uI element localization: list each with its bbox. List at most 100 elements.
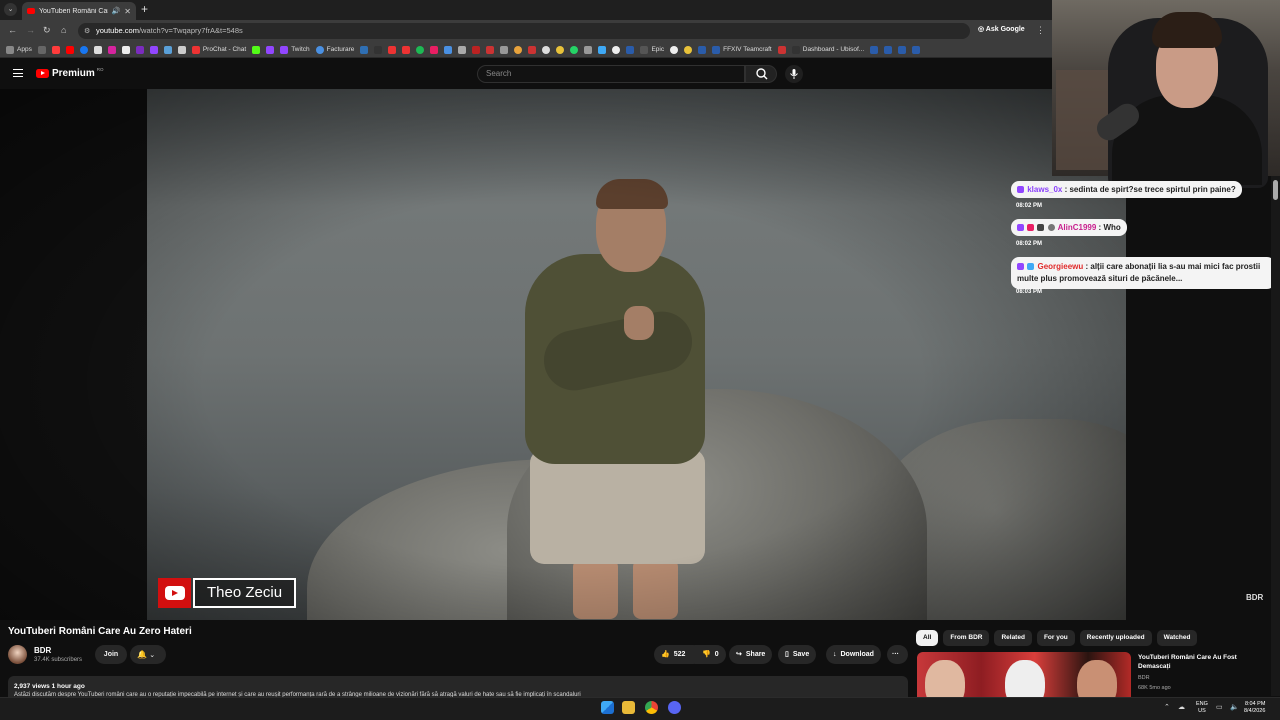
bookmark-icon[interactable] <box>898 45 907 54</box>
bookmark-icon[interactable] <box>374 45 383 54</box>
bookmark-icon[interactable] <box>612 45 621 54</box>
volume-icon[interactable]: 🔈 <box>1230 703 1239 711</box>
bookmark-icon[interactable] <box>51 45 60 54</box>
chip-recently-uploaded[interactable]: Recently uploaded <box>1079 630 1152 646</box>
bookmark-prochat[interactable]: ProChat - Chat <box>191 45 246 54</box>
bookmark-icon[interactable] <box>626 45 635 54</box>
system-clock[interactable]: 8:04 PM 8/4/2026 <box>1244 701 1265 715</box>
menu-icon[interactable] <box>13 69 23 77</box>
cloud-icon[interactable]: ☁ <box>1178 703 1185 711</box>
bookmark-icon[interactable] <box>360 45 369 54</box>
address-bar[interactable]: youtube.com/watch?v=Twqapry7frA&t=548s <box>78 23 970 39</box>
bookmark-icon[interactable] <box>177 45 186 54</box>
search-input[interactable]: Search <box>477 65 745 83</box>
bookmark-youtube-icon[interactable] <box>65 45 74 54</box>
chip-related[interactable]: Related <box>994 630 1032 646</box>
bookmark-icon[interactable] <box>266 45 275 54</box>
bookmark-icon[interactable] <box>472 45 481 54</box>
channel-watermark[interactable]: BDR <box>1246 593 1263 602</box>
chrome-icon[interactable] <box>645 701 658 714</box>
audio-playing-icon[interactable]: 🔊 <box>112 7 121 15</box>
bookmark-icon[interactable] <box>37 45 46 54</box>
video-player[interactable] <box>0 89 1126 620</box>
language-indicator[interactable]: ENG US <box>1196 701 1208 715</box>
bookmark-icon[interactable] <box>402 45 411 54</box>
close-tab-icon[interactable]: ✕ <box>124 7 131 16</box>
ask-google-button[interactable]: ◎ Ask Google <box>978 25 1025 33</box>
bookmark-icon[interactable] <box>584 45 593 54</box>
bookmark-icon[interactable] <box>870 45 879 54</box>
bookmark-icon[interactable] <box>912 45 921 54</box>
bookmark-icon[interactable] <box>416 45 425 54</box>
site-info-icon[interactable]: ⚙ <box>84 27 90 35</box>
browser-tab-active[interactable]: YouTuberi Români Care Au Zero Hateri 🔊 ✕ <box>22 2 136 20</box>
bookmark-icon[interactable] <box>542 45 551 54</box>
bookmark-icon[interactable] <box>556 45 565 54</box>
back-icon[interactable]: ← <box>8 25 17 35</box>
file-explorer-icon[interactable] <box>622 701 635 714</box>
channel-avatar[interactable] <box>8 645 27 664</box>
home-icon[interactable]: ⌂ <box>61 25 66 35</box>
youtube-premium-logo[interactable]: Premium RO <box>36 67 104 79</box>
bookmark-ffxiv[interactable]: FFXIV Teamcraft <box>712 45 772 54</box>
bookmark-icon[interactable] <box>430 45 439 54</box>
bookmark-facebook-icon[interactable] <box>79 45 88 54</box>
clock-date: 8/4/2026 <box>1244 708 1266 714</box>
bookmark-icon[interactable] <box>514 45 523 54</box>
bookmark-icon[interactable] <box>458 45 467 54</box>
discord-icon[interactable] <box>668 701 681 714</box>
chip-from-bdr[interactable]: From BDR <box>943 630 990 646</box>
bookmark-icon[interactable] <box>121 45 130 54</box>
bookmark-icon[interactable] <box>163 45 172 54</box>
reload-icon[interactable]: ↻ <box>43 25 51 36</box>
bookmark-icon[interactable] <box>388 45 397 54</box>
bookmark-icon[interactable] <box>528 45 537 54</box>
new-tab-button[interactable]: + <box>141 2 148 16</box>
bookmark-icon[interactable] <box>698 45 707 54</box>
bookmark-icon[interactable] <box>486 45 495 54</box>
bookmark-icon[interactable] <box>135 45 144 54</box>
bookmark-icon[interactable] <box>777 45 786 54</box>
page-scrollbar[interactable] <box>1271 176 1280 696</box>
search-button[interactable] <box>745 65 777 83</box>
bookmark-icon[interactable] <box>884 45 893 54</box>
bookmark-icon[interactable] <box>598 45 607 54</box>
bookmark-icon[interactable] <box>149 45 158 54</box>
bookmark-icon[interactable] <box>500 45 509 54</box>
chat-username: klaws_0x <box>1027 185 1063 194</box>
channel-name[interactable]: BDR <box>34 646 51 655</box>
forward-icon[interactable]: → <box>26 25 35 35</box>
scrollbar-thumb[interactable] <box>1273 180 1278 200</box>
related-video-channel[interactable]: BDR <box>1138 675 1150 681</box>
chip-watched[interactable]: Watched <box>1156 630 1198 646</box>
network-icon[interactable]: ▭ <box>1216 703 1223 711</box>
chip-for-you[interactable]: For you <box>1036 630 1075 646</box>
join-button[interactable]: Join <box>95 645 127 664</box>
chip-all[interactable]: All <box>916 630 939 646</box>
notification-bell-button[interactable]: 🔔 ⌄ <box>130 645 166 664</box>
windows-start-icon[interactable] <box>601 701 614 714</box>
tray-overflow-icon[interactable]: ⌃ <box>1164 703 1170 711</box>
tab-search-button[interactable]: ⌄ <box>4 3 17 16</box>
browser-menu-icon[interactable]: ⋮ <box>1036 25 1045 36</box>
voice-search-button[interactable] <box>785 65 803 83</box>
bookmark-icon[interactable] <box>670 45 679 54</box>
more-actions-button[interactable]: ··· <box>887 645 908 664</box>
bookmark-kick-icon[interactable] <box>252 45 261 54</box>
bookmark-epic[interactable]: Epic <box>640 45 664 54</box>
related-video-title[interactable]: YouTuberi Români Care Au Fost Demascați <box>1138 653 1268 671</box>
dislike-button[interactable]: 👎 0 <box>695 645 726 664</box>
bookmark-x-icon[interactable] <box>93 45 102 54</box>
bookmark-whatsapp-icon[interactable] <box>570 45 579 54</box>
bookmark-apps[interactable]: Apps <box>6 45 32 54</box>
bookmark-facturare[interactable]: Facturare <box>315 45 354 54</box>
dislike-count: 0 <box>714 651 719 658</box>
download-button[interactable]: ↓ Download <box>826 645 881 664</box>
bookmark-twitch[interactable]: Twitch <box>280 45 310 54</box>
bookmark-instagram-icon[interactable] <box>107 45 116 54</box>
save-button[interactable]: ▯ Save <box>778 645 817 664</box>
bookmark-icon[interactable] <box>444 45 453 54</box>
bookmark-icon[interactable] <box>684 45 693 54</box>
bookmark-dashboard[interactable]: Dashboard - Ubisof... <box>791 45 864 54</box>
share-button[interactable]: ↪ Share <box>729 645 773 664</box>
